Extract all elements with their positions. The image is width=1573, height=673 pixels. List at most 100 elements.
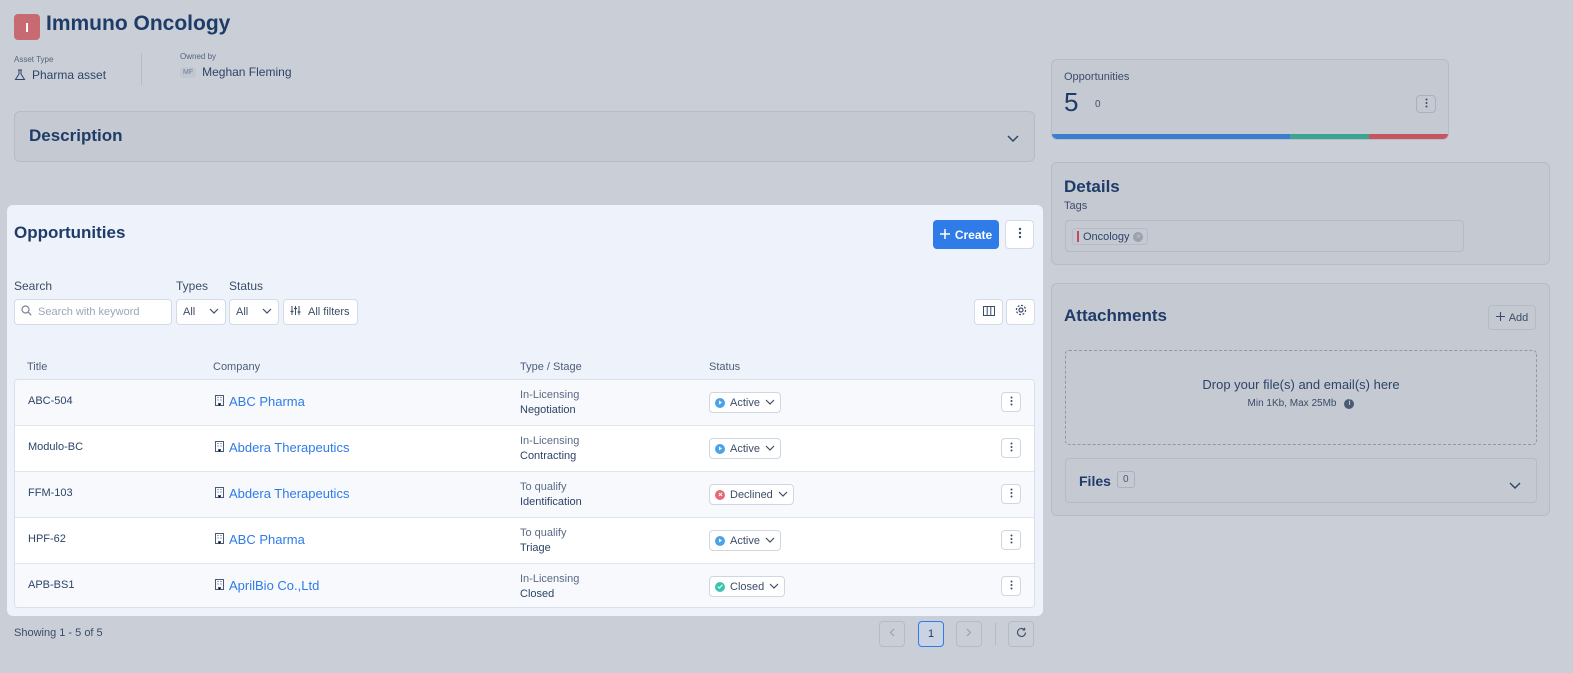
prev-page-button[interactable] — [879, 621, 905, 647]
summary-count: 5 — [1064, 87, 1079, 117]
building-icon — [215, 532, 224, 547]
row-title[interactable]: ABC-504 — [28, 395, 73, 407]
x-status-icon — [715, 489, 725, 500]
files-accordion[interactable]: Files 0 — [1065, 458, 1537, 503]
row-type-stage: To qualify Triage — [520, 526, 566, 556]
column-header-status[interactable]: Status — [709, 361, 740, 373]
row-company-link[interactable]: ABC Pharma — [215, 394, 305, 409]
table-row[interactable]: APB-BS1 AprilBio Co.,Ltd In-Licensing Cl… — [15, 564, 1034, 607]
asset-badge: I — [14, 14, 40, 40]
tags-input[interactable]: Oncology × — [1065, 220, 1464, 252]
row-menu-button[interactable] — [1001, 530, 1021, 550]
status-dropdown[interactable]: Active — [709, 438, 781, 459]
summary-menu-button[interactable] — [1416, 95, 1436, 113]
chevron-right-icon — [966, 628, 972, 640]
column-header-title[interactable]: Title — [27, 361, 47, 373]
chevron-down-icon — [262, 306, 272, 318]
table-row[interactable]: ABC-504 ABC Pharma In-Licensing Negotiat… — [15, 380, 1034, 426]
files-count-badge: 0 — [1117, 471, 1135, 488]
page-number-button[interactable]: 1 — [918, 621, 944, 647]
info-icon[interactable]: i — [1344, 398, 1355, 409]
row-company-link[interactable]: Abdera Therapeutics — [215, 486, 349, 501]
table-row[interactable]: FFM-103 Abdera Therapeutics To qualify I… — [15, 472, 1034, 518]
row-company-link[interactable]: Abdera Therapeutics — [215, 440, 349, 455]
sliders-icon — [290, 305, 301, 319]
status-select[interactable]: All — [229, 299, 279, 325]
table-row[interactable]: Modulo-BC Abdera Therapeutics In-Licensi… — [15, 426, 1034, 472]
table-row[interactable]: HPF-62 ABC Pharma To qualify Triage Acti… — [15, 518, 1034, 564]
summary-subcount: 0 — [1095, 99, 1101, 110]
row-title[interactable]: HPF-62 — [28, 533, 66, 545]
row-type-stage: In-Licensing Closed — [520, 572, 579, 602]
details-card: Details Tags Oncology × — [1051, 162, 1550, 265]
close-icon[interactable]: × — [1133, 231, 1144, 242]
all-filters-button[interactable]: All filters — [283, 299, 358, 325]
row-company-link[interactable]: AprilBio Co.,Ltd — [215, 578, 319, 593]
search-input[interactable] — [38, 306, 158, 318]
company-name: ABC Pharma — [229, 532, 305, 547]
status-label: Active — [730, 396, 760, 409]
chevron-down-icon — [1509, 477, 1521, 495]
row-menu-button[interactable] — [1001, 484, 1021, 504]
row-type-stage: In-Licensing Negotiation — [520, 388, 579, 418]
kebab-icon — [1010, 531, 1013, 549]
company-name: ABC Pharma — [229, 394, 305, 409]
tag-chip[interactable]: Oncology × — [1072, 228, 1149, 245]
more-options-button[interactable] — [1005, 220, 1034, 249]
description-title: Description — [29, 126, 123, 145]
status-select-value: All — [236, 306, 249, 318]
status-dropdown[interactable]: Closed — [709, 576, 786, 597]
add-attachment-button[interactable]: Add — [1488, 305, 1536, 330]
plus-icon — [1495, 311, 1505, 324]
create-button[interactable]: Create — [933, 220, 999, 249]
company-name: Abdera Therapeutics — [229, 486, 350, 501]
status-dropdown[interactable]: Declined — [709, 484, 794, 505]
column-header-company[interactable]: Company — [213, 361, 260, 373]
settings-button[interactable] — [1006, 299, 1035, 325]
status-dropdown[interactable]: Active — [709, 392, 781, 413]
kebab-icon — [1010, 577, 1013, 595]
owner-value[interactable]: MF Meghan Fleming — [180, 65, 292, 79]
status-label: Closed — [730, 580, 765, 593]
status-label: Status — [229, 279, 264, 293]
building-icon — [215, 394, 224, 409]
chevron-down-icon — [769, 581, 779, 593]
columns-button[interactable] — [974, 299, 1003, 325]
row-stage: Negotiation — [520, 404, 576, 416]
row-type: In-Licensing — [520, 389, 580, 401]
owner-block: Owned by MF Meghan Fleming — [180, 52, 292, 79]
company-name: AprilBio Co.,Ltd — [229, 578, 320, 593]
row-type: In-Licensing — [520, 573, 580, 585]
row-title[interactable]: Modulo-BC — [28, 441, 83, 453]
row-type-stage: To qualify Identification — [520, 480, 582, 510]
check-status-icon — [715, 581, 725, 592]
owner-name: Meghan Fleming — [202, 65, 292, 79]
refresh-button[interactable] — [1008, 621, 1034, 647]
flask-icon — [14, 69, 26, 81]
row-menu-button[interactable] — [1001, 576, 1021, 596]
row-company-link[interactable]: ABC Pharma — [215, 532, 305, 547]
description-card[interactable]: Description — [14, 111, 1035, 162]
asset-type-label: Asset Type — [14, 55, 54, 64]
next-page-button[interactable] — [956, 621, 982, 647]
all-filters-label: All filters — [308, 306, 350, 318]
search-field[interactable] — [14, 299, 172, 325]
dropzone-limits: Min 1Kb, Max 25Mb i — [1066, 398, 1536, 409]
row-title[interactable]: APB-BS1 — [28, 579, 74, 591]
meta-divider — [141, 53, 142, 85]
attachments-card: Attachments Add Drop your file(s) and em… — [1051, 283, 1550, 516]
chevron-down-icon[interactable] — [1006, 131, 1020, 149]
column-header-type-stage[interactable]: Type / Stage — [520, 361, 582, 373]
types-select[interactable]: All — [176, 299, 226, 325]
status-dropdown[interactable]: Active — [709, 530, 781, 551]
chevron-down-icon — [765, 443, 775, 455]
row-menu-button[interactable] — [1001, 438, 1021, 458]
status-distribution-bar — [1052, 134, 1448, 139]
row-menu-button[interactable] — [1001, 392, 1021, 412]
row-type: To qualify — [520, 527, 567, 539]
dropzone-limits-text: Min 1Kb, Max 25Mb — [1247, 398, 1337, 409]
row-title[interactable]: FFM-103 — [28, 487, 73, 499]
asset-type-value: Pharma asset — [14, 68, 106, 82]
opportunities-table: ABC-504 ABC Pharma In-Licensing Negotiat… — [14, 379, 1035, 608]
file-dropzone[interactable]: Drop your file(s) and email(s) here Min … — [1065, 350, 1537, 445]
